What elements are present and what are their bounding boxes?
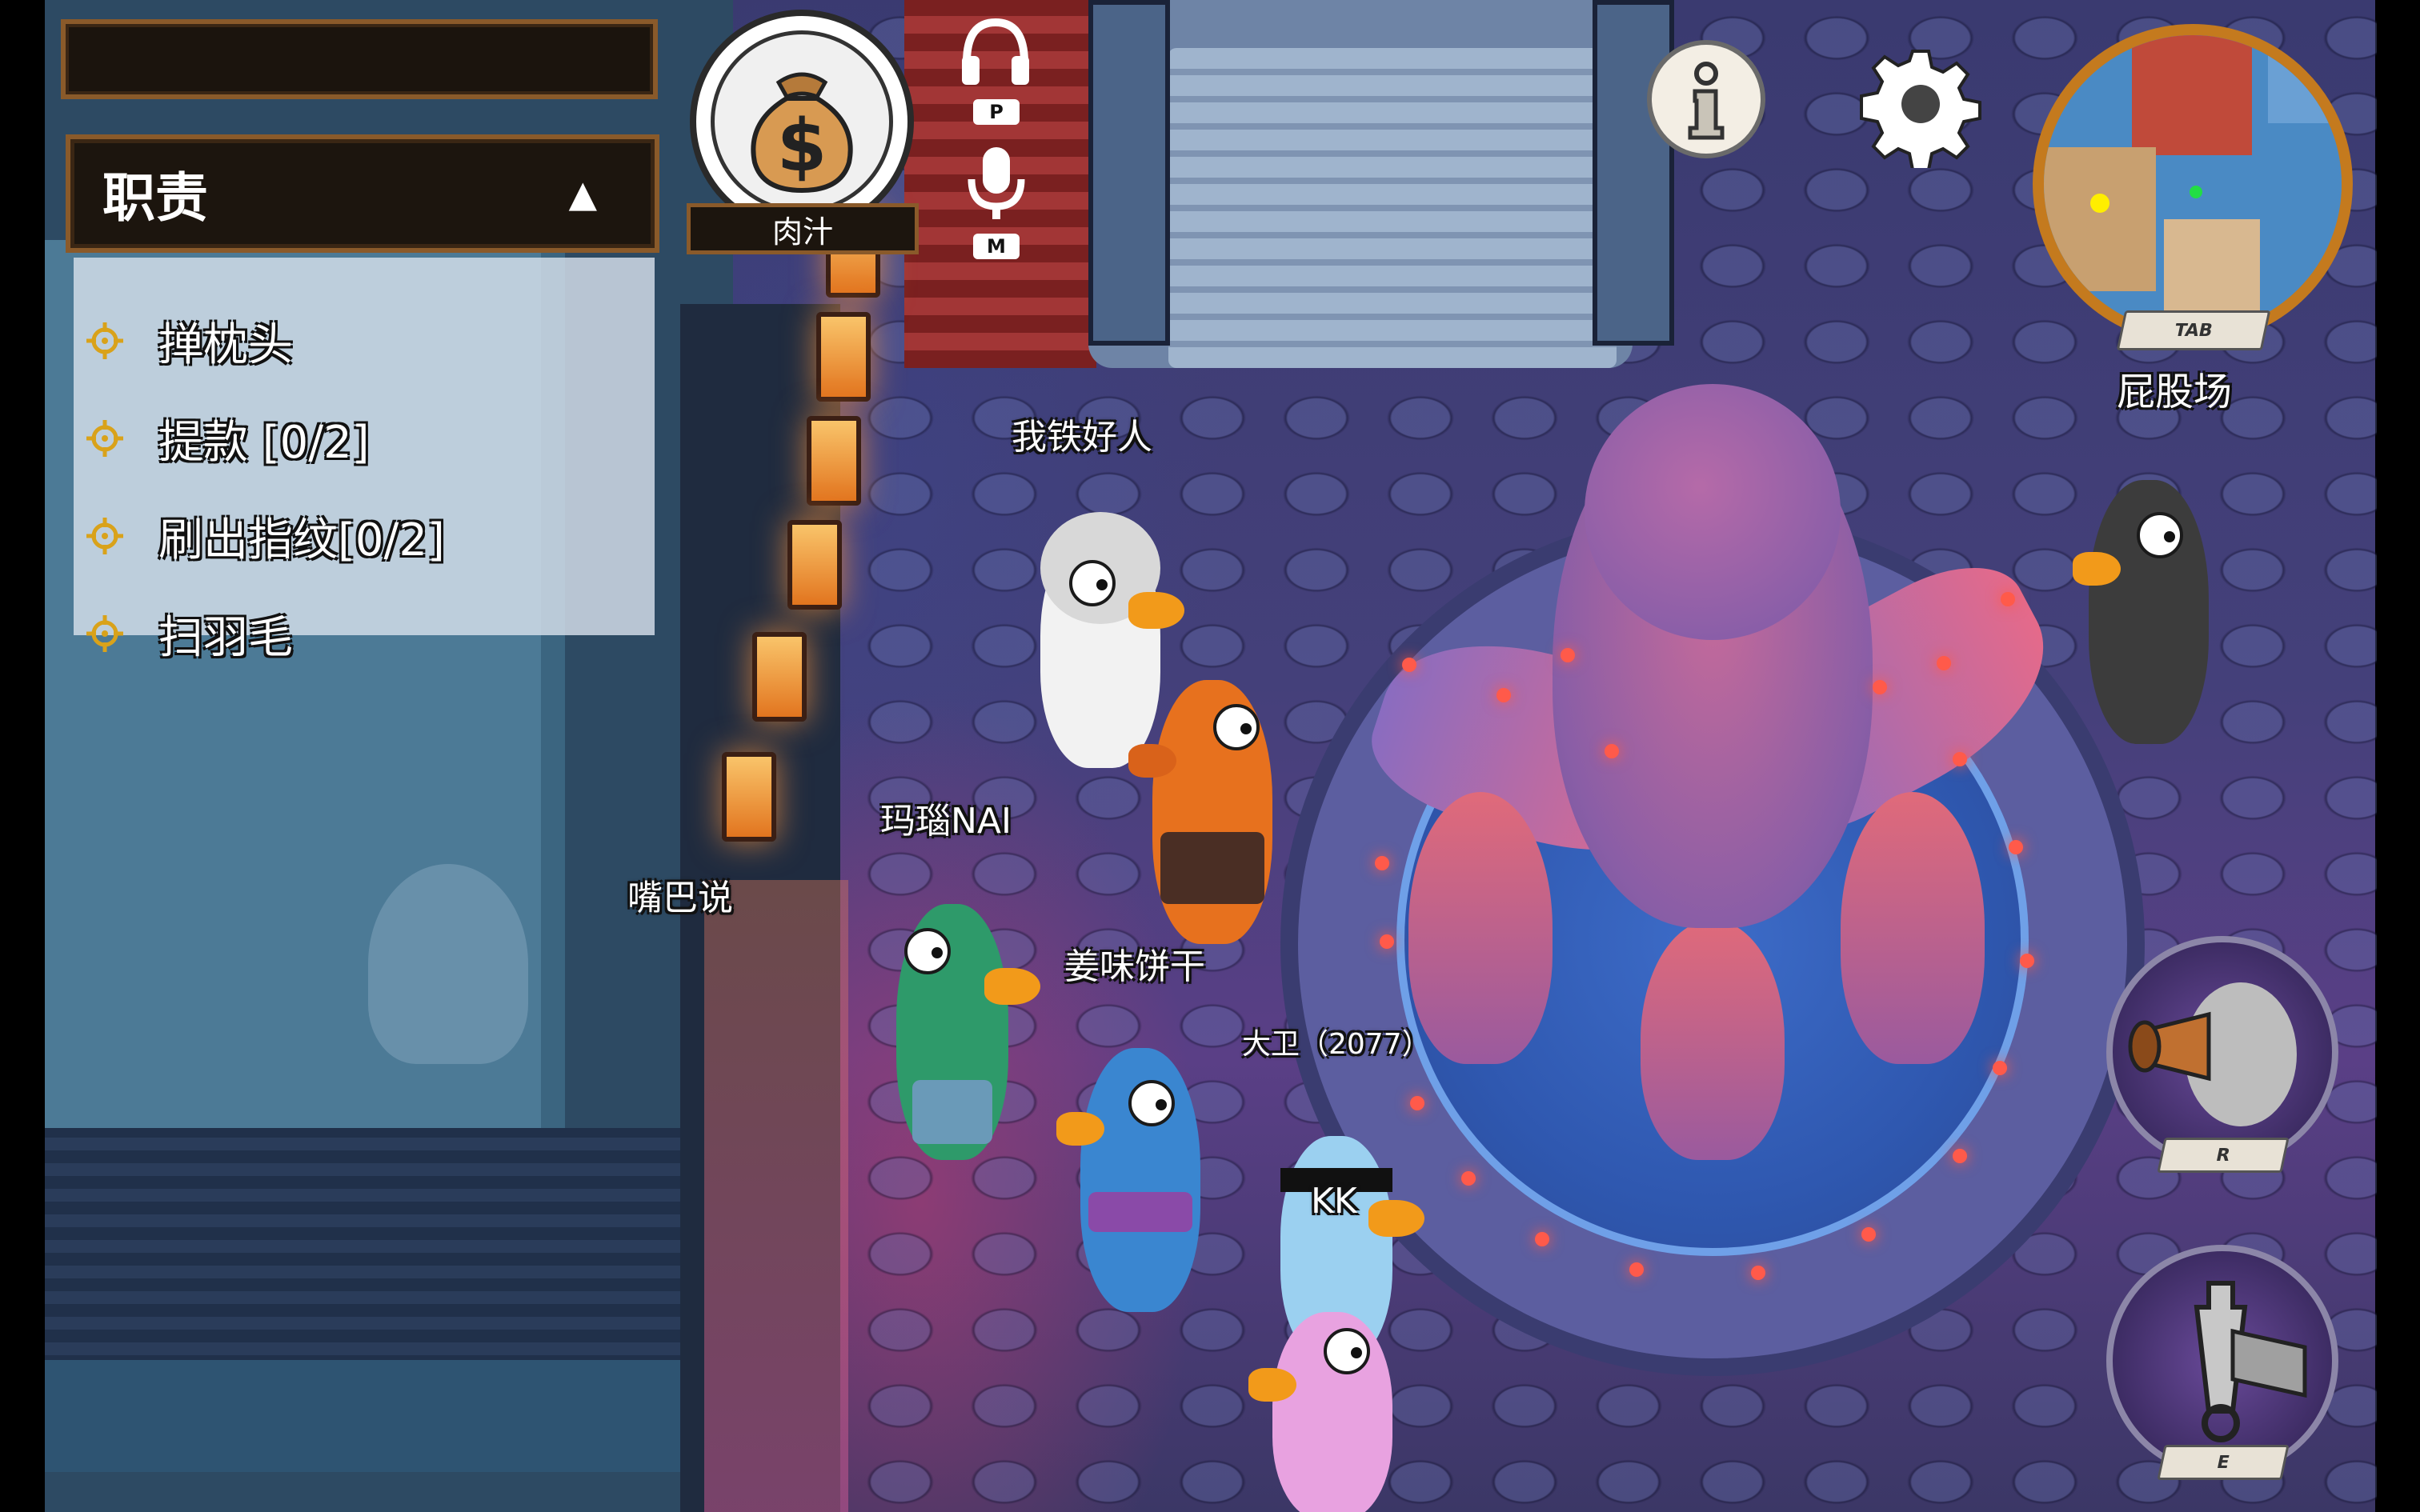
info-icon bbox=[1688, 62, 1725, 140]
task-label: 掸枕头 bbox=[158, 318, 293, 371]
player-name: 玛瑙NAI bbox=[880, 801, 1012, 842]
task-label: 刷出指纹[0/2] bbox=[158, 514, 445, 566]
horn-icon bbox=[2128, 982, 2297, 1126]
fountain-lamp bbox=[1535, 1232, 1549, 1246]
ability-key-r: R bbox=[2157, 1138, 2290, 1173]
ally-marker bbox=[2190, 186, 2202, 198]
game-viewport: 我铁好人 玛瑙NAI 嘴巴说 姜味饼干 大卫（2077） KK 职责 ▲ 掸枕头… bbox=[0, 0, 2420, 1512]
fountain-lamp bbox=[1953, 752, 1967, 766]
gargoyle-statue bbox=[368, 864, 528, 1064]
goose-player-orange[interactable] bbox=[1128, 680, 1272, 944]
fountain-lamp bbox=[1605, 744, 1619, 758]
info-button[interactable] bbox=[1647, 40, 1765, 158]
fountain-lamp bbox=[1410, 1096, 1424, 1110]
settings-button[interactable] bbox=[1857, 40, 1985, 171]
ability-key-e: E bbox=[2157, 1445, 2290, 1480]
goose-player-blue[interactable] bbox=[1056, 1048, 1200, 1312]
ability-button-wrench[interactable] bbox=[2106, 1245, 2338, 1477]
fountain-lamp bbox=[1496, 688, 1511, 702]
task-list: 掸枕头 提款 [0/2] 刷出指纹[0/2] 扫羽毛 bbox=[74, 258, 655, 664]
fountain-lamp bbox=[1873, 680, 1887, 694]
task-label: 提款 [0/2] bbox=[158, 416, 370, 469]
role-name: 肉汁 bbox=[687, 203, 919, 254]
duty-panel-title: 职责 bbox=[102, 167, 208, 229]
task-item[interactable]: 掸枕头 bbox=[85, 301, 293, 381]
location-name: 屁股场 bbox=[2116, 370, 2232, 414]
letterbox-left bbox=[0, 0, 45, 1512]
roof-gutter bbox=[45, 1360, 701, 1472]
fountain-lamp bbox=[1380, 934, 1394, 949]
fountain-lamp bbox=[1993, 1061, 2007, 1075]
headphones-icon[interactable] bbox=[957, 14, 1034, 86]
gate-pillar-left bbox=[1088, 0, 1170, 346]
minimap[interactable] bbox=[2033, 24, 2353, 344]
player-name: 大卫（2077） bbox=[1242, 1028, 1431, 1061]
task-item[interactable]: 提款 [0/2] bbox=[85, 398, 370, 478]
player-name: 我铁好人 bbox=[1012, 417, 1152, 458]
lantern bbox=[752, 632, 807, 722]
player-name: KK bbox=[1311, 1181, 1357, 1222]
player-name: 嘴巴说 bbox=[627, 878, 733, 918]
fountain-lamp bbox=[2009, 840, 2023, 854]
fountain-lamp bbox=[1561, 648, 1575, 662]
target-icon bbox=[85, 418, 125, 458]
ability-button-horn[interactable] bbox=[2106, 936, 2338, 1168]
fountain-lamp bbox=[1751, 1266, 1765, 1280]
letterbox-right bbox=[2375, 0, 2420, 1512]
lantern bbox=[807, 416, 861, 506]
fountain-lamp bbox=[1937, 656, 1951, 670]
player-marker bbox=[2090, 194, 2109, 213]
money-bag-icon: $ bbox=[711, 30, 893, 213]
chat-input[interactable] bbox=[61, 19, 658, 99]
headphones-key: P bbox=[973, 99, 1020, 125]
fountain-lamp bbox=[2020, 954, 2034, 968]
task-item[interactable]: 扫羽毛 bbox=[85, 594, 293, 674]
task-label: 扫羽毛 bbox=[158, 611, 293, 664]
target-icon bbox=[85, 321, 125, 361]
roof-tiles bbox=[45, 1128, 701, 1368]
fountain-lamp bbox=[1375, 856, 1389, 870]
microphone-key: M bbox=[973, 234, 1020, 259]
wrench-icon bbox=[2194, 1281, 2307, 1442]
collapse-arrow-icon[interactable]: ▲ bbox=[569, 172, 597, 215]
statue-goose-head bbox=[1585, 384, 1841, 640]
fountain-lamp bbox=[1629, 1262, 1644, 1277]
task-item[interactable]: 刷出指纹[0/2] bbox=[85, 496, 445, 576]
gate-steps bbox=[1168, 48, 1617, 368]
fountain-lamp bbox=[2001, 592, 2015, 606]
gear-icon bbox=[1860, 50, 1981, 171]
lantern bbox=[787, 520, 842, 610]
goose-player-green[interactable] bbox=[896, 904, 1040, 1160]
alley-light bbox=[704, 880, 848, 1512]
role-badge[interactable]: $ bbox=[690, 10, 914, 234]
statue-duck bbox=[1841, 792, 1985, 1064]
lantern bbox=[722, 752, 776, 842]
minimap-key: TAB bbox=[2116, 310, 2271, 350]
goose-player-pink[interactable] bbox=[1248, 1312, 1392, 1512]
fountain-lamp bbox=[1953, 1149, 1967, 1163]
money-symbol: $ bbox=[777, 104, 827, 188]
target-icon bbox=[85, 614, 125, 654]
duty-panel-header[interactable]: 职责 ▲ bbox=[66, 134, 659, 253]
fountain-lamp bbox=[1861, 1227, 1876, 1242]
target-icon bbox=[85, 516, 125, 556]
lantern bbox=[816, 312, 871, 402]
fountain-lamp bbox=[1461, 1171, 1476, 1186]
microphone-icon[interactable] bbox=[960, 144, 1032, 224]
statue-duck bbox=[1641, 920, 1785, 1160]
goose-player-white[interactable] bbox=[1040, 512, 1184, 768]
goose-player-black[interactable] bbox=[2073, 480, 2209, 744]
fountain-lamp bbox=[1402, 658, 1416, 672]
player-name: 姜味饼干 bbox=[1064, 946, 1205, 987]
